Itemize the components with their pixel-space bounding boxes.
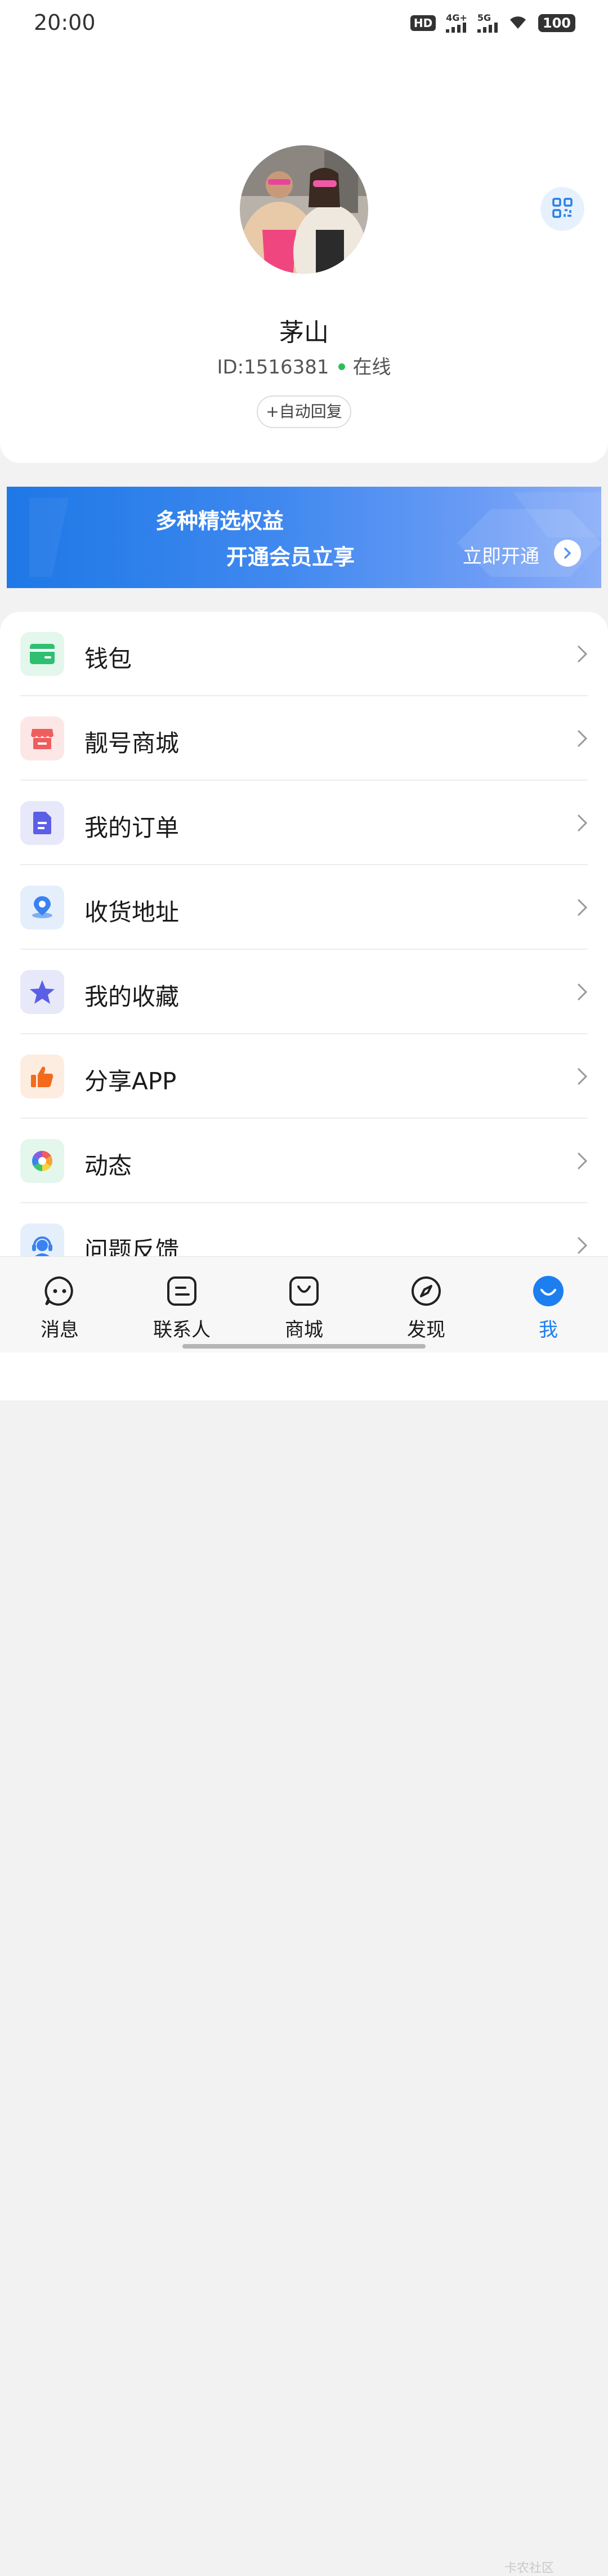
tab-discover[interactable]: 发现: [381, 1274, 471, 1342]
menu-item-label: 我的订单: [84, 814, 180, 842]
online-dot: [338, 363, 345, 370]
signal-4g-icon: 4G+: [446, 14, 467, 33]
status-time: 20:00: [34, 10, 96, 35]
menu-item-moments[interactable]: 动态: [20, 1119, 588, 1203]
vip-line-2: 开通会员立享: [226, 545, 355, 570]
profile-card: 茅山 ID:1516381 在线 +自动回复: [0, 47, 608, 463]
tab-label: 发现: [407, 1319, 445, 1341]
order-document-icon: [20, 801, 64, 845]
chevron-right-circle-icon[interactable]: [554, 540, 581, 567]
wifi-icon: [508, 14, 528, 32]
home-indicator[interactable]: [182, 1344, 426, 1349]
me-icon: [503, 1274, 593, 1309]
chevron-right-icon: [576, 1151, 588, 1173]
menu-item-label: 靓号商城: [84, 729, 180, 757]
compass-icon: [381, 1274, 471, 1309]
tab-messages[interactable]: 消息: [15, 1274, 105, 1342]
thumbs-up-icon: [20, 1055, 64, 1098]
chevron-right-icon: [576, 898, 588, 919]
store-icon: [20, 717, 64, 760]
status-icons: HD 4G+ 5G 100: [410, 14, 575, 33]
menu-item-address[interactable]: 收货地址: [20, 865, 588, 950]
menu-item-label: 我的收藏: [84, 983, 180, 1011]
chevron-right-icon: [576, 644, 588, 666]
menu-item-favorites[interactable]: 我的收藏: [20, 950, 588, 1034]
hd-icon: HD: [410, 15, 436, 31]
chevron-right-icon: [576, 1236, 588, 1257]
qr-code-button[interactable]: [540, 187, 584, 231]
shopping-bag-icon: [259, 1274, 349, 1309]
menu-item-orders[interactable]: 我的订单: [20, 781, 588, 865]
vip-open-button[interactable]: 立即开通: [463, 541, 539, 568]
vip-line-1: 多种精选权益: [155, 509, 284, 533]
tab-me[interactable]: 我: [503, 1274, 593, 1342]
vip-banner[interactable]: 多种精选权益 开通会员立享 立即开通: [7, 487, 601, 588]
bottom-nav: 消息 联系人 商城 发现 我 卡农社区: [0, 1256, 608, 2575]
tab-contacts[interactable]: 联系人: [137, 1274, 227, 1342]
menu-item-label: 收货地址: [84, 898, 180, 926]
avatar[interactable]: [240, 145, 368, 274]
profile-id: ID:1516381: [217, 356, 329, 379]
tab-label: 消息: [41, 1319, 79, 1341]
location-pin-icon: [20, 886, 64, 929]
profile-id-line: ID:1516381 在线: [0, 352, 608, 379]
chevron-right-icon: [576, 1067, 588, 1088]
tab-mall[interactable]: 商城: [259, 1274, 349, 1342]
watermark: 卡农社区: [504, 2561, 555, 2575]
chevron-right-icon: [576, 982, 588, 1004]
online-status: 在线: [352, 356, 391, 379]
wallet-icon: [20, 632, 64, 676]
tab-label: 商城: [285, 1319, 323, 1341]
tab-label: 联系人: [153, 1319, 211, 1341]
status-bar: 20:00 HD 4G+ 5G 100: [0, 0, 608, 47]
signal-5g-icon: 5G: [477, 14, 498, 33]
message-icon: [15, 1274, 105, 1309]
qr-code-icon: [552, 197, 573, 221]
chevron-right-icon: [576, 729, 588, 750]
battery-icon: 100: [538, 14, 575, 32]
menu-item-label: 动态: [84, 1152, 132, 1180]
menu-item-wallet[interactable]: 钱包: [20, 612, 588, 696]
contacts-icon: [137, 1274, 227, 1309]
profile-name: 茅山: [279, 318, 329, 347]
menu-item-label: 钱包: [84, 645, 132, 673]
auto-reply-button[interactable]: +自动回复: [257, 395, 351, 428]
chevron-right-icon: [576, 813, 588, 835]
menu-item-store[interactable]: 靓号商城: [20, 696, 588, 781]
star-icon: [20, 970, 64, 1014]
menu-item-label: 分享APP: [84, 1067, 177, 1095]
tab-label: 我: [539, 1319, 558, 1341]
menu-item-share-app[interactable]: 分享APP: [20, 1034, 588, 1119]
aperture-icon: [20, 1139, 64, 1183]
